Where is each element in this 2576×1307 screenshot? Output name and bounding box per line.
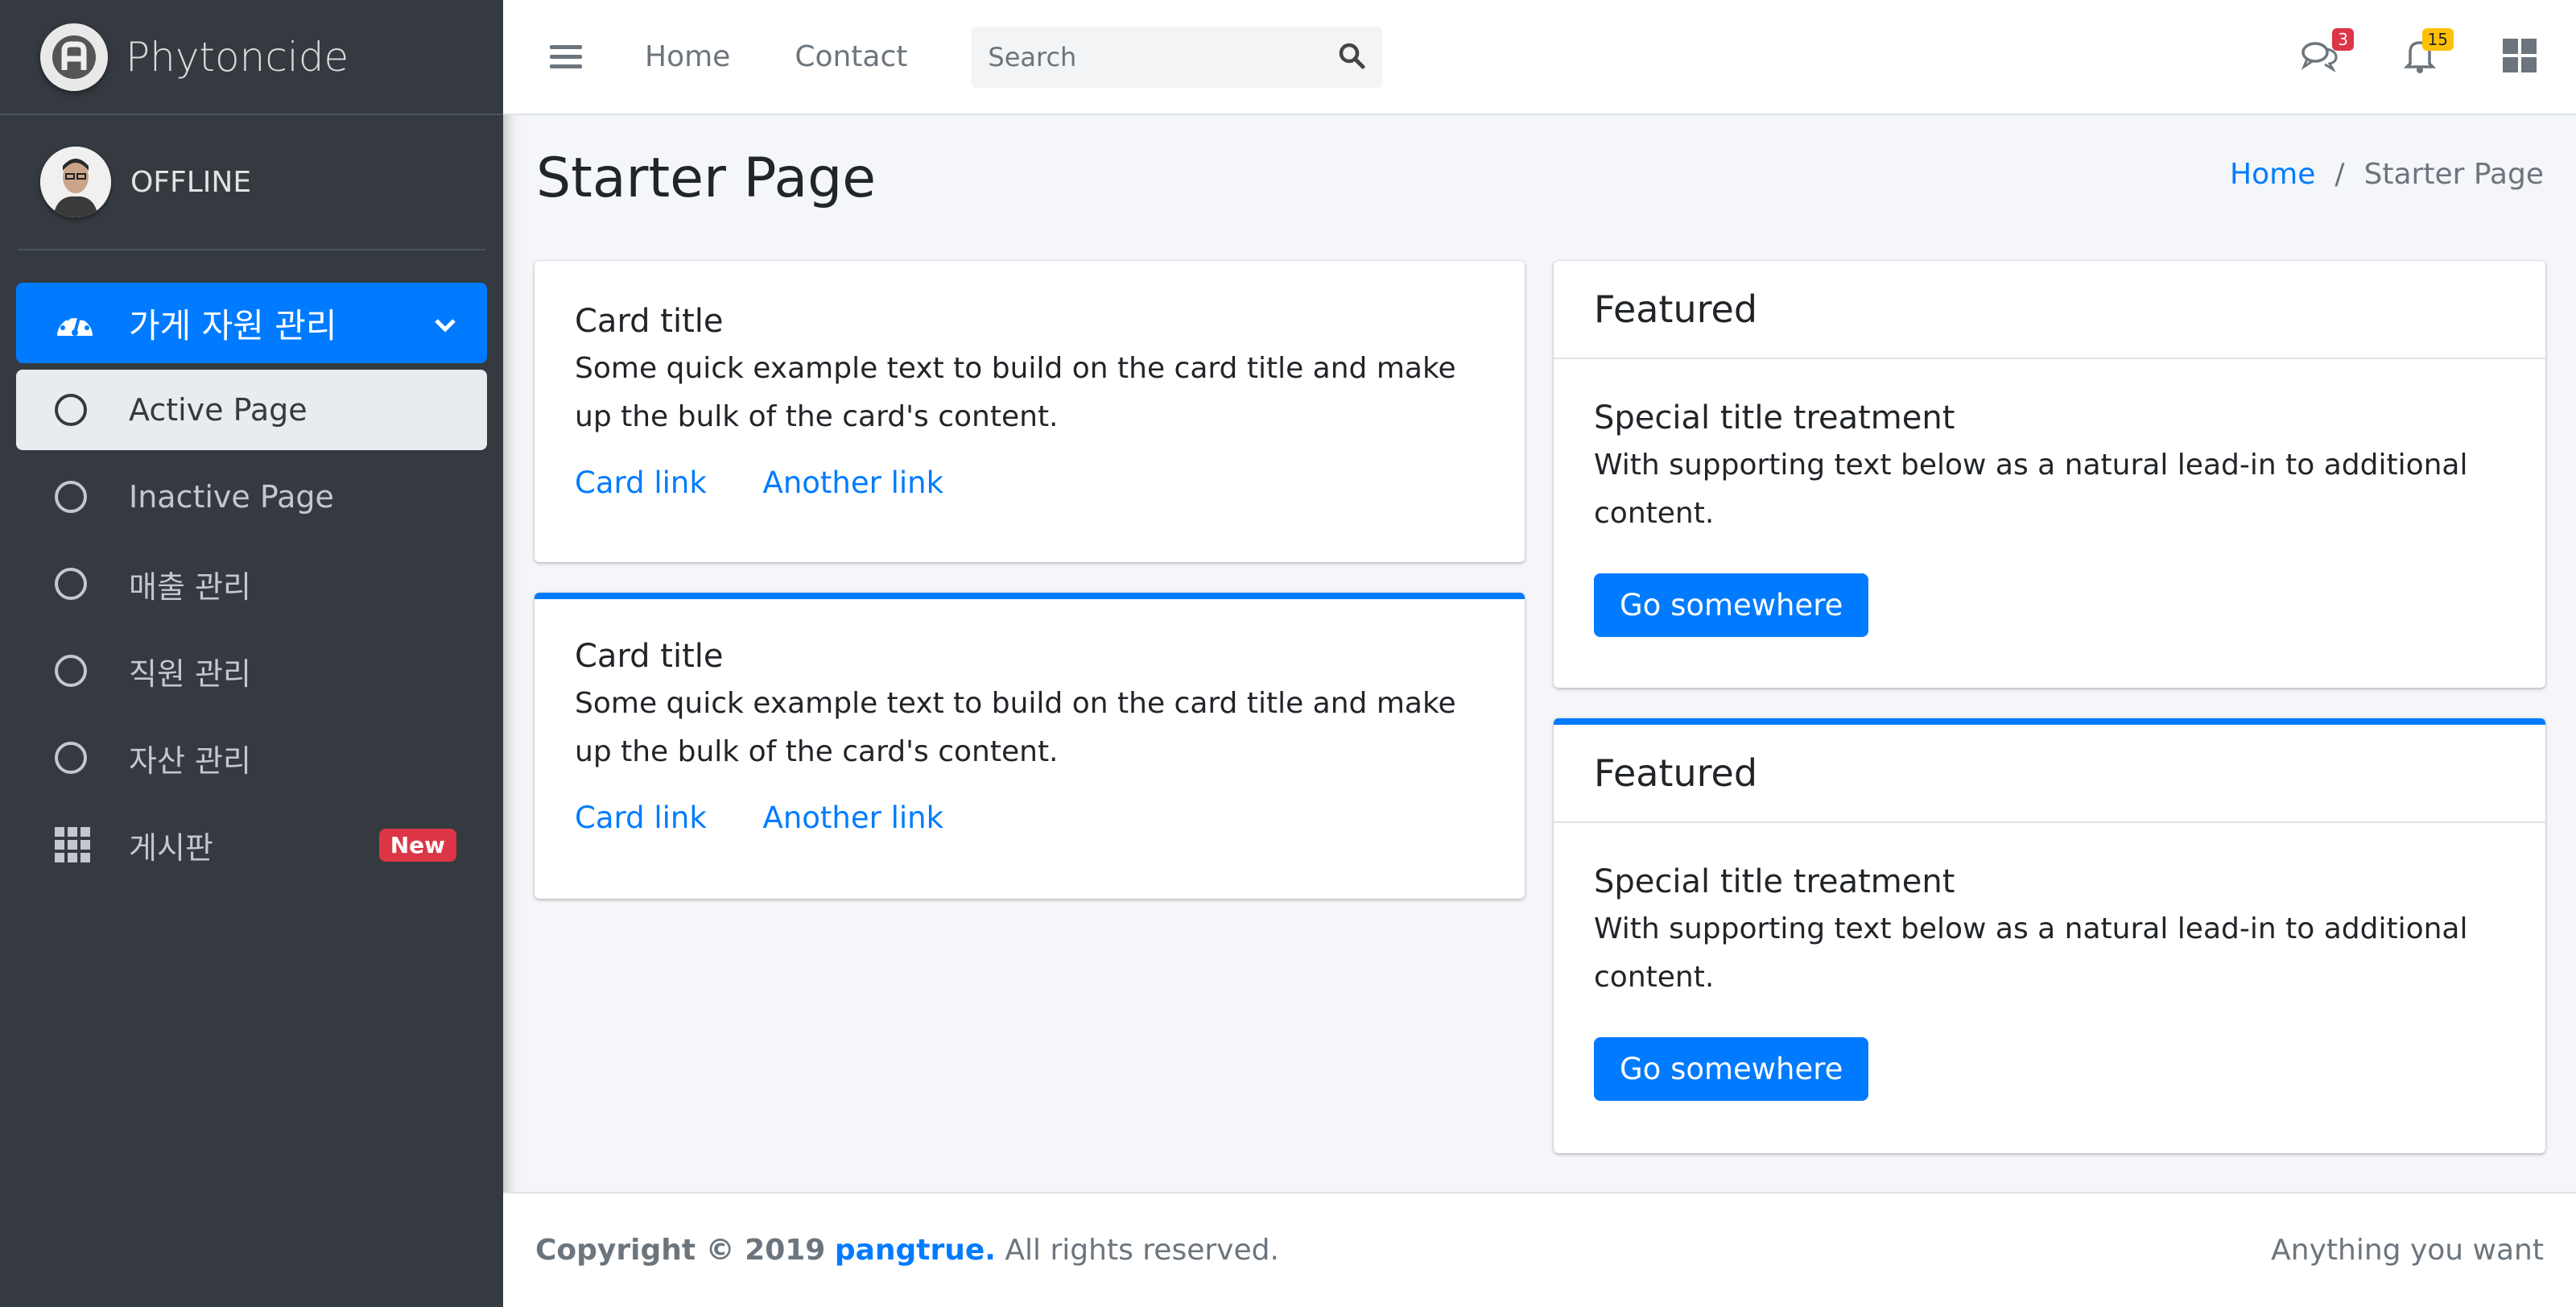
card-text: Some quick example text to build on the … bbox=[575, 687, 1456, 768]
main-footer: Copyright © 2019 pangtrue. All rights re… bbox=[503, 1192, 2576, 1307]
sidebar-item-label: Active Page bbox=[129, 392, 308, 428]
circle-icon bbox=[55, 394, 98, 426]
card: Card title Some quick example text to bu… bbox=[535, 261, 1525, 562]
card-text: Some quick example text to build on the … bbox=[575, 352, 1456, 433]
tachometer-icon bbox=[55, 307, 98, 339]
th-large-icon bbox=[2503, 38, 2537, 76]
sidebar-item-label: 게시판 bbox=[129, 829, 213, 866]
brand-name: Phytoncide bbox=[126, 33, 349, 81]
card-link[interactable]: Card link bbox=[575, 800, 707, 835]
go-somewhere-button[interactable]: Go somewhere bbox=[1594, 1037, 1869, 1101]
brand-logo-icon bbox=[40, 23, 108, 91]
navbar-right: 3 15 bbox=[2241, 27, 2541, 78]
new-badge: New bbox=[378, 828, 456, 862]
circle-icon bbox=[55, 568, 98, 600]
avatar bbox=[40, 147, 111, 217]
sidebar-item-assets[interactable]: 자산 관리 bbox=[16, 718, 487, 798]
sidebar-item-label: 가게 자원 관리 bbox=[129, 305, 337, 345]
sidebar-item-staff[interactable]: 직원 관리 bbox=[16, 631, 487, 711]
footer-brand-link[interactable]: pangtrue. bbox=[835, 1234, 996, 1267]
user-status: OFFLINE bbox=[130, 165, 252, 199]
main-sidebar: Phytoncide OFFLINE 가게 자원 관리 Active Page … bbox=[0, 0, 503, 1307]
another-link[interactable]: Another link bbox=[763, 800, 944, 835]
top-navbar: Home Contact 3 15 bbox=[503, 0, 2576, 115]
sidebar-item-label: 직원 관리 bbox=[129, 656, 251, 692]
page-title: Starter Page bbox=[536, 147, 877, 210]
sidebar-item-board[interactable]: 게시판 New bbox=[16, 804, 487, 885]
breadcrumb: Home / Starter Page bbox=[2230, 158, 2544, 191]
sidebar-item-label: 자산 관리 bbox=[129, 742, 251, 779]
breadcrumb-home-link[interactable]: Home bbox=[2230, 158, 2315, 191]
rights-text: All rights reserved. bbox=[1005, 1234, 1279, 1267]
another-link[interactable]: Another link bbox=[763, 465, 944, 500]
notifications-count-badge: 15 bbox=[2421, 27, 2454, 51]
card-text: With supporting text below as a natural … bbox=[1594, 449, 2468, 530]
card-header: Featured bbox=[1554, 261, 2545, 359]
control-sidebar-button[interactable] bbox=[2499, 36, 2541, 78]
menu-toggle-icon[interactable] bbox=[550, 39, 582, 74]
sidebar-item-inactive-page[interactable]: Inactive Page bbox=[16, 457, 487, 537]
navbar-search bbox=[972, 26, 1383, 88]
search-icon[interactable] bbox=[1337, 41, 1366, 73]
sidebar-nav: 가게 자원 관리 Active Page Inactive Page 매출 관리… bbox=[0, 250, 503, 885]
user-panel[interactable]: OFFLINE bbox=[18, 115, 485, 250]
circle-icon bbox=[55, 481, 98, 513]
card-title: Card title bbox=[575, 638, 724, 675]
sidebar-item-label: Inactive Page bbox=[129, 479, 334, 515]
card-primary-outline: Card title Some quick example text to bu… bbox=[535, 593, 1525, 899]
messages-button[interactable]: 3 bbox=[2299, 27, 2354, 78]
featured-card-primary-outline: Featured Special title treatment With su… bbox=[1554, 718, 2545, 1153]
search-input[interactable] bbox=[988, 41, 1338, 72]
notifications-button[interactable]: 15 bbox=[2399, 27, 2454, 78]
circle-icon bbox=[55, 655, 98, 687]
sidebar-item-store-resources[interactable]: 가게 자원 관리 bbox=[16, 283, 487, 363]
go-somewhere-button[interactable]: Go somewhere bbox=[1594, 573, 1869, 637]
brand-link[interactable]: Phytoncide bbox=[0, 0, 503, 115]
circle-icon bbox=[55, 742, 98, 774]
breadcrumb-current: Starter Page bbox=[2363, 158, 2545, 191]
card-text: With supporting text below as a natural … bbox=[1594, 912, 2468, 994]
footer-right-text: Anything you want bbox=[2271, 1234, 2544, 1267]
card-title: Special title treatment bbox=[1594, 863, 1955, 900]
nav-link-contact[interactable]: Contact bbox=[795, 40, 907, 73]
chevron-down-icon bbox=[434, 305, 456, 341]
nav-link-home[interactable]: Home bbox=[645, 40, 730, 73]
breadcrumb-separator: / bbox=[2334, 158, 2345, 191]
sidebar-item-sales[interactable]: 매출 관리 bbox=[16, 544, 487, 624]
card-title: Special title treatment bbox=[1594, 399, 1955, 436]
card-title: Card title bbox=[575, 303, 724, 340]
card-header: Featured bbox=[1554, 725, 2545, 823]
sidebar-item-active-page[interactable]: Active Page bbox=[16, 370, 487, 450]
card-link[interactable]: Card link bbox=[575, 465, 707, 500]
copyright-text: Copyright © 2019 bbox=[535, 1234, 826, 1267]
sidebar-item-label: 매출 관리 bbox=[129, 569, 251, 605]
messages-count-badge: 3 bbox=[2332, 27, 2354, 51]
grid-icon bbox=[55, 827, 98, 862]
featured-card: Featured Special title treatment With su… bbox=[1554, 261, 2545, 688]
